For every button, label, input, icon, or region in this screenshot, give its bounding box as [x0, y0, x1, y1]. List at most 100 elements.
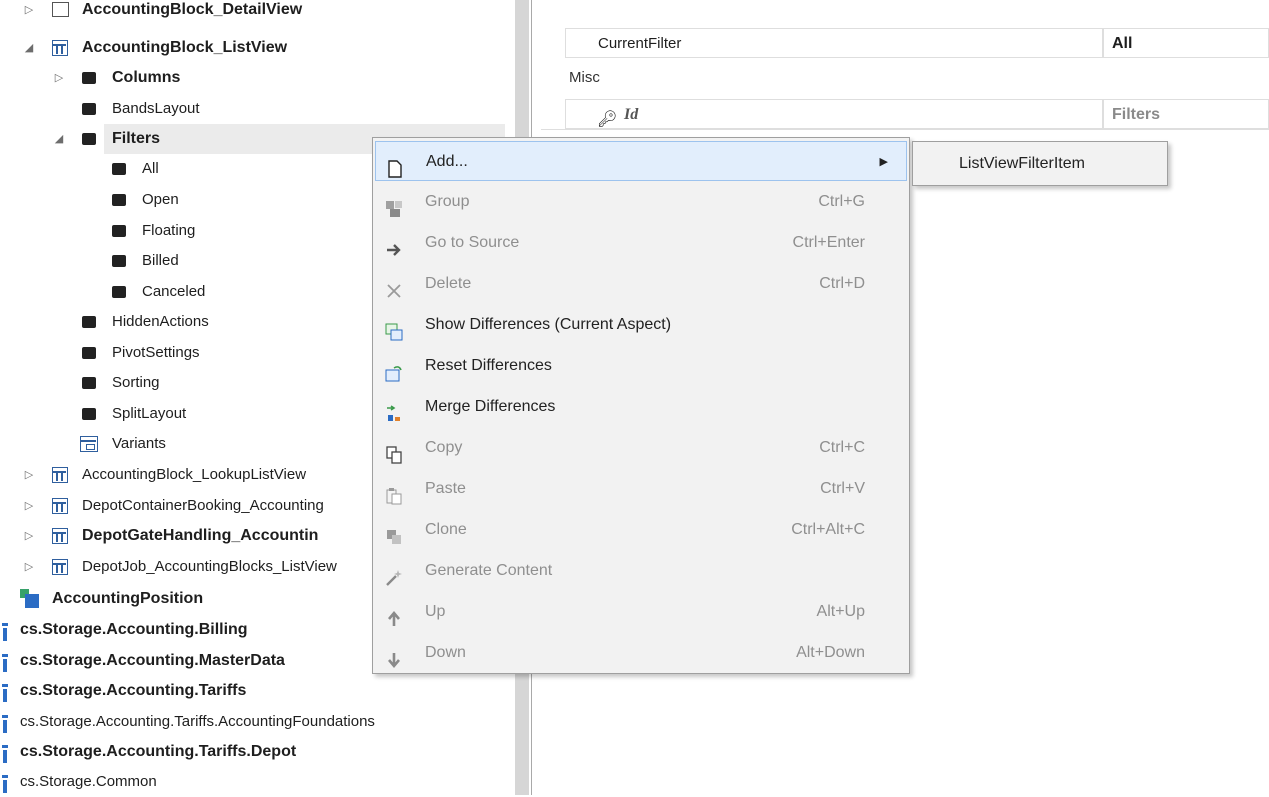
expand-arrow-icon[interactable]: ▷ [52, 63, 66, 93]
tree-item-accountingblock-listview[interactable]: ◢ AccountingBlock_ListView [0, 33, 505, 63]
menu-item-label: Up [425, 603, 446, 620]
submenu-item-listviewfilteritem[interactable]: ListViewFilterItem [959, 142, 1085, 185]
menu-shortcut: Ctrl+Alt+C [791, 521, 865, 538]
variants-icon [80, 436, 98, 452]
tree-item-label: cs.Storage.Accounting.Tariffs [20, 682, 247, 699]
menu-shortcut: Ctrl+V [820, 480, 865, 497]
menu-item-add[interactable]: Add... ▶ [375, 141, 907, 181]
menu-shortcut: Alt+Down [796, 644, 865, 661]
list-view-icon [52, 40, 68, 56]
tree-item-label: PivotSettings [112, 344, 200, 361]
tree-item-columns[interactable]: ▷ Columns [0, 63, 505, 93]
tree-item-label: Open [142, 191, 179, 208]
close-icon [385, 276, 403, 298]
tree-item-namespace-common[interactable]: cs.Storage.Common [0, 767, 505, 797]
namespace-icon [2, 745, 8, 763]
tree-item-label: Canceled [142, 283, 206, 300]
arrow-up-icon [385, 604, 403, 626]
expand-arrow-icon[interactable]: ▷ [22, 552, 36, 582]
menu-item-down[interactable]: Down Alt+Down [375, 633, 907, 673]
menu-item-label: Show Differences (Current Aspect) [425, 316, 672, 333]
submenu-arrow-icon: ▶ [879, 156, 888, 168]
node-icon [82, 316, 96, 328]
tree-item-label: Sorting [112, 374, 160, 391]
property-value[interactable]: Filters [1103, 99, 1269, 129]
property-row-id[interactable]: Id 🔑︎ Filters [541, 99, 1269, 129]
menu-item-paste[interactable]: Paste Ctrl+V [375, 469, 907, 509]
context-menu[interactable]: Add... ▶ Group Ctrl+G Go to Source Ctrl+… [372, 137, 910, 674]
node-icon [82, 377, 96, 389]
menu-shortcut: Ctrl+C [819, 439, 865, 456]
tree-item-label: AccountingPosition [52, 590, 204, 607]
menu-item-label: Delete [425, 275, 472, 292]
tree-item-label: cs.Storage.Common [20, 773, 157, 790]
tree-item-namespace-tariffs[interactable]: cs.Storage.Accounting.Tariffs [0, 676, 505, 706]
menu-item-clone[interactable]: Clone Ctrl+Alt+C [375, 510, 907, 550]
tree-item-bandslayout[interactable]: BandsLayout [0, 94, 505, 124]
namespace-icon [2, 654, 8, 672]
xml-reset-icon [385, 358, 403, 382]
list-view-icon [52, 528, 68, 544]
tree-item-label: All [142, 160, 159, 177]
node-icon [82, 133, 96, 145]
paste-icon [385, 481, 403, 505]
tree-item-label: AccountingBlock_ListView [82, 39, 288, 56]
menu-shortcut: Ctrl+D [819, 275, 865, 292]
menu-item-go-to-source[interactable]: Go to Source Ctrl+Enter [375, 223, 907, 263]
property-row-currentfilter[interactable]: CurrentFilter All [541, 28, 1269, 58]
menu-item-reset-differences[interactable]: Reset Differences [375, 346, 907, 386]
menu-item-up[interactable]: Up Alt+Up [375, 592, 907, 632]
tree-item-label: cs.Storage.Accounting.Tariffs.Depot [20, 743, 297, 760]
property-value[interactable]: All [1103, 28, 1269, 58]
node-icon [112, 225, 126, 237]
tree-item-accountingblock-detailview[interactable]: ▷ AccountingBlock_DetailView [0, 0, 505, 25]
tree-item-label: cs.Storage.Accounting.Billing [20, 621, 248, 638]
menu-item-show-differences[interactable]: Show Differences (Current Aspect) [375, 305, 907, 345]
expand-arrow-icon[interactable]: ▷ [22, 0, 36, 25]
node-icon [112, 255, 126, 267]
menu-item-copy[interactable]: Copy Ctrl+C [375, 428, 907, 468]
tree-item-label: DepotContainerBooking_Accounting [82, 497, 324, 514]
menu-item-label: Reset Differences [425, 357, 552, 374]
category-label: Misc [569, 69, 600, 86]
collapse-arrow-icon[interactable]: ◢ [22, 33, 36, 63]
expand-arrow-icon[interactable]: ▷ [22, 460, 36, 490]
tree-item-label: AccountingBlock_DetailView [82, 1, 303, 18]
property-name: CurrentFilter [565, 28, 1103, 58]
tree-item-label: Variants [112, 435, 166, 452]
arrow-right-icon [385, 235, 403, 256]
add-submenu[interactable]: ListViewFilterItem [912, 141, 1168, 186]
namespace-icon [2, 623, 8, 641]
menu-item-label: Copy [425, 439, 463, 456]
detail-view-icon [52, 2, 69, 17]
expand-arrow-icon[interactable]: ▷ [22, 491, 36, 521]
collapse-arrow-icon[interactable]: ◢ [52, 124, 66, 154]
tree-item-label: Columns [112, 69, 181, 86]
property-name: Id [565, 99, 1103, 129]
menu-item-label: Generate Content [425, 562, 553, 579]
tree-item-label: Billed [142, 252, 179, 269]
tree-item-label: AccountingBlock_LookupListView [82, 466, 307, 483]
magic-wand-icon [385, 563, 403, 586]
menu-item-label: Down [425, 644, 466, 661]
tree-item-label: Filters [112, 130, 161, 147]
copy-icon [385, 440, 403, 464]
tree-item-namespace-depot[interactable]: cs.Storage.Accounting.Tariffs.Depot [0, 737, 505, 767]
menu-item-group[interactable]: Group Ctrl+G [375, 182, 907, 222]
clone-icon [385, 522, 403, 544]
menu-item-merge-differences[interactable]: Merge Differences [375, 387, 907, 427]
menu-item-delete[interactable]: Delete Ctrl+D [375, 264, 907, 304]
list-view-icon [52, 559, 68, 575]
property-row-divider [541, 129, 1269, 131]
property-category-misc[interactable]: Misc [541, 63, 1269, 93]
merge-icon [385, 399, 403, 421]
tree-item-label: DepotJob_AccountingBlocks_ListView [82, 558, 337, 575]
arrow-down-icon [385, 645, 403, 669]
node-icon [112, 194, 126, 206]
expand-arrow-icon[interactable]: ▷ [22, 521, 36, 551]
menu-item-generate-content[interactable]: Generate Content [375, 551, 907, 591]
tree-item-namespace-accountingfoundations[interactable]: cs.Storage.Accounting.Tariffs.Accounting… [0, 707, 505, 737]
menu-item-label: Go to Source [425, 234, 520, 251]
node-icon [82, 347, 96, 359]
menu-item-label: Paste [425, 480, 466, 497]
